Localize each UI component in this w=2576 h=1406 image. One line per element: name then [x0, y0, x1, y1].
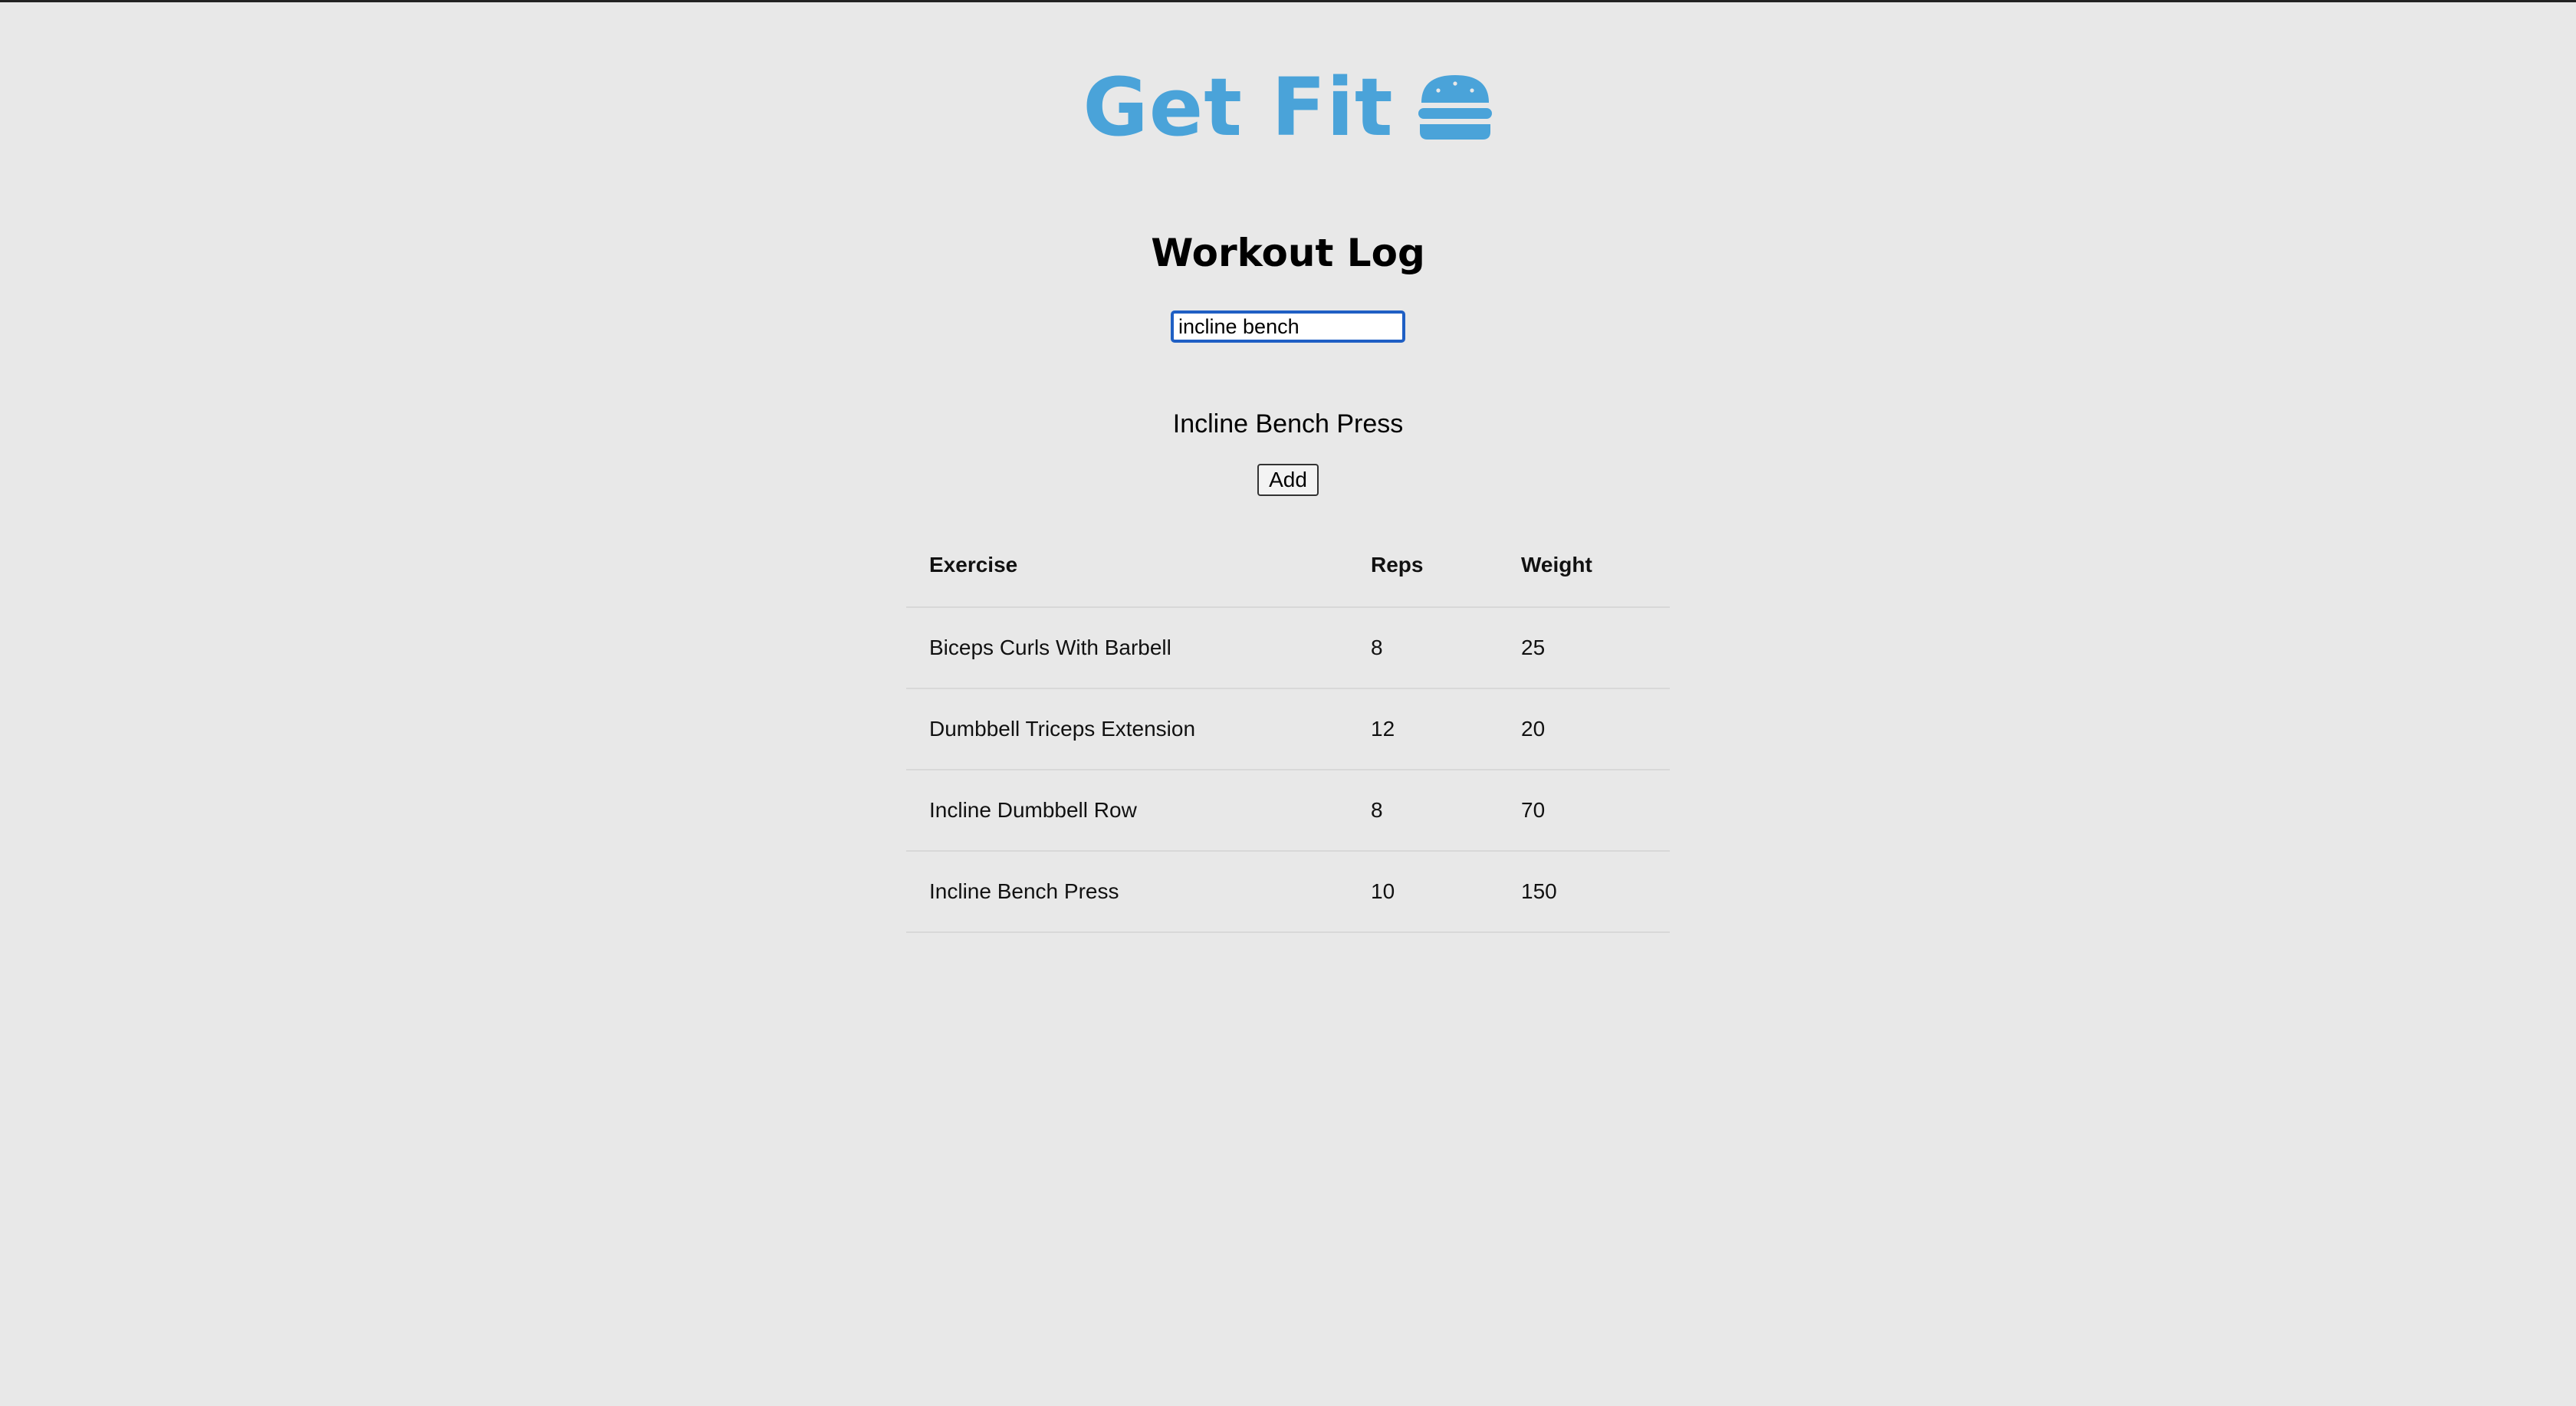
weight-cell: 150 — [1498, 851, 1670, 933]
workout-log-table: Exercise Reps Weight Biceps Curls With B… — [906, 524, 1670, 933]
weight-cell: 25 — [1498, 607, 1670, 689]
weight-cell: 70 — [1498, 770, 1670, 852]
exercise-cell: Incline Bench Press — [906, 851, 1348, 933]
add-container: Add — [0, 464, 2576, 496]
exercise-cell: Biceps Curls With Barbell — [906, 607, 1348, 689]
app-title: Get Fit — [1083, 61, 1394, 154]
table-row: Incline Bench Press 10 150 — [906, 851, 1670, 933]
exercise-cell: Incline Dumbbell Row — [906, 770, 1348, 852]
reps-cell: 12 — [1348, 688, 1498, 770]
exercise-suggestion[interactable]: Incline Bench Press — [0, 406, 2576, 442]
column-header-reps: Reps — [1348, 524, 1498, 608]
add-button[interactable]: Add — [1257, 464, 1319, 496]
search-container — [0, 310, 2576, 343]
weight-cell: 20 — [1498, 688, 1670, 770]
column-header-exercise: Exercise — [906, 524, 1348, 608]
table-row: Dumbbell Triceps Extension 12 20 — [906, 688, 1670, 770]
reps-cell: 10 — [1348, 851, 1498, 933]
exercise-cell: Dumbbell Triceps Extension — [906, 688, 1348, 770]
reps-cell: 8 — [1348, 770, 1498, 852]
exercise-search-input[interactable] — [1171, 310, 1405, 343]
hamburger-icon — [1418, 75, 1492, 140]
page-title: Workout Log — [1151, 231, 1425, 275]
table-row: Biceps Curls With Barbell 8 25 — [906, 607, 1670, 689]
reps-cell: 8 — [1348, 607, 1498, 689]
table-row: Incline Dumbbell Row 8 70 — [906, 770, 1670, 852]
table-header-row: Exercise Reps Weight — [906, 524, 1670, 608]
column-header-weight: Weight — [1498, 524, 1670, 608]
brand[interactable]: Get Fit — [1083, 67, 1493, 147]
app-header: Get Fit — [0, 57, 2576, 157]
